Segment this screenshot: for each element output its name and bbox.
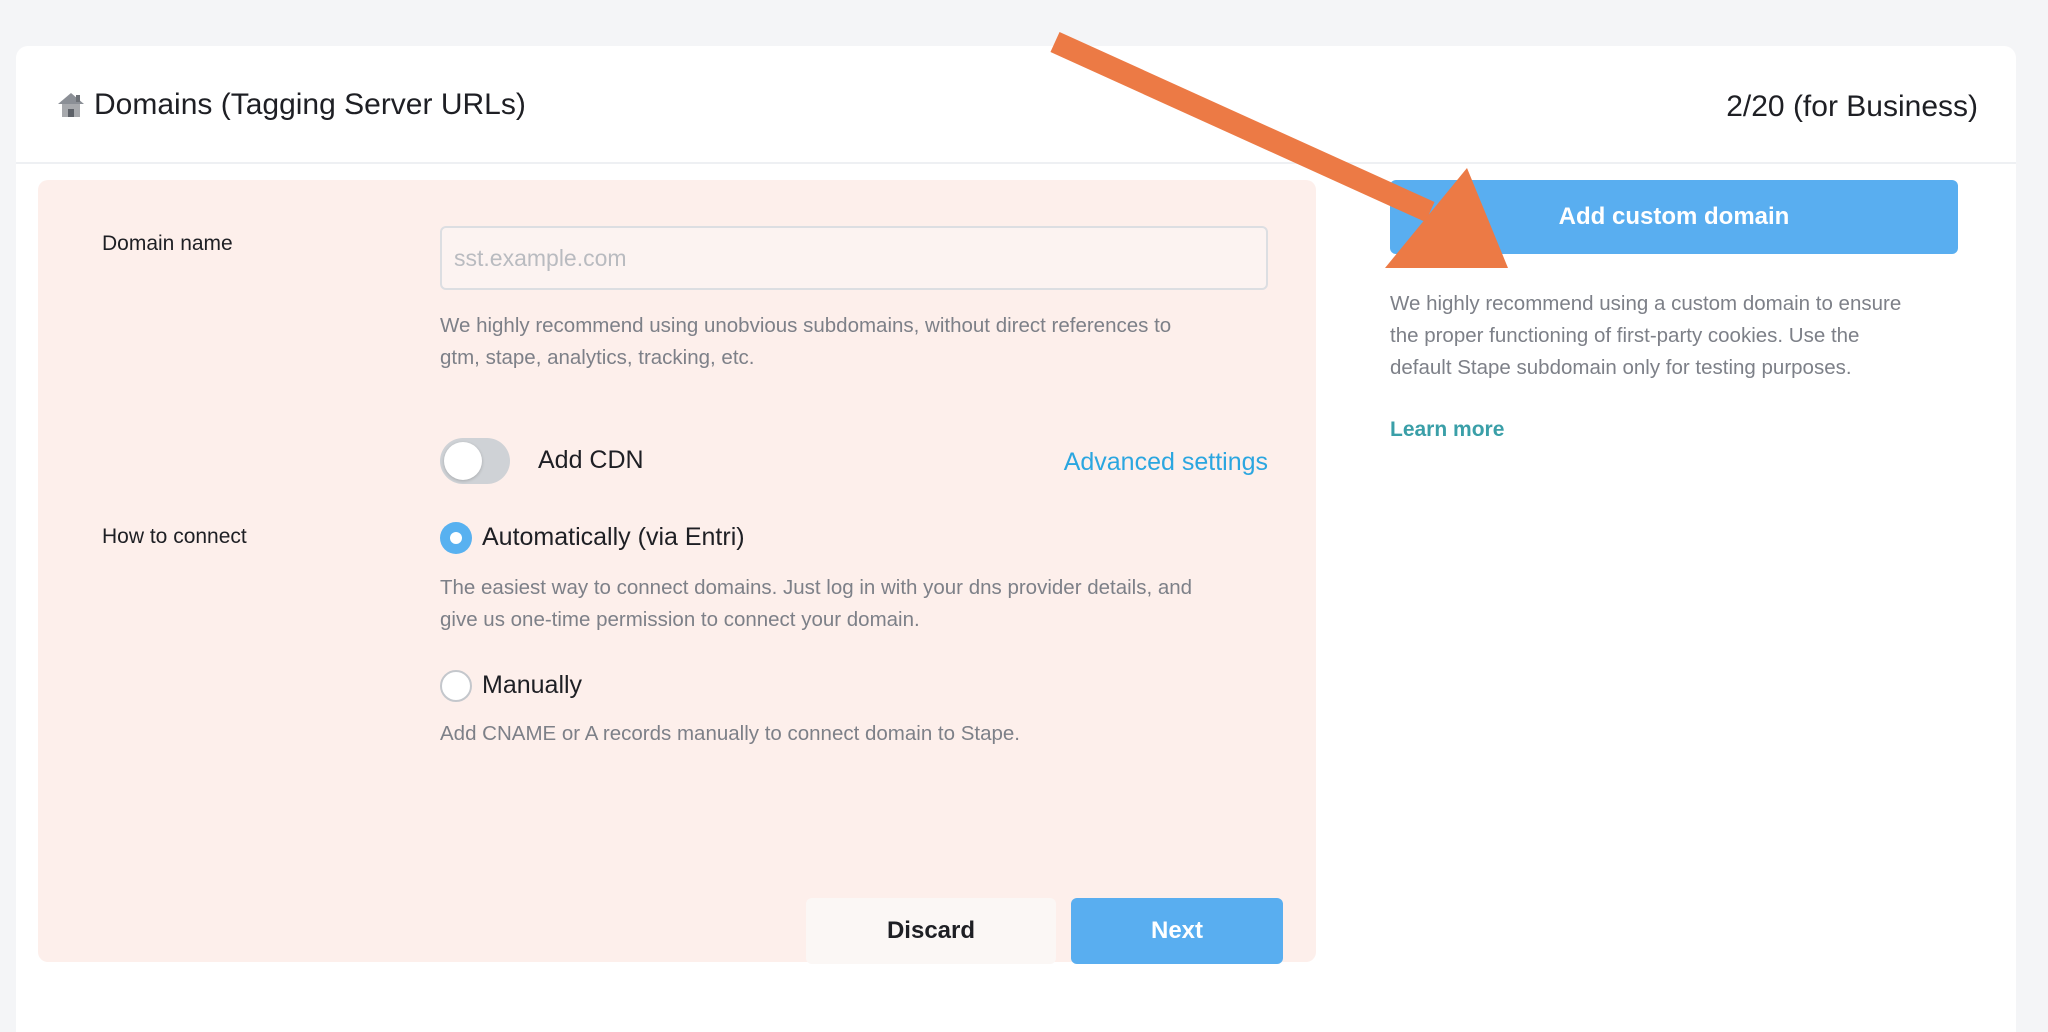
discard-button[interactable]: Discard bbox=[806, 898, 1056, 964]
domain-help-line: gtm, stape, analytics, tracking, etc. bbox=[440, 346, 755, 369]
add-domain-form: Domain name We highly recommend using un… bbox=[38, 180, 1316, 964]
card-header: Domains (Tagging Server URLs) 2/20 (for … bbox=[16, 46, 2016, 164]
advanced-settings-link[interactable]: Advanced settings bbox=[1064, 448, 1268, 477]
radio-manually[interactable] bbox=[440, 670, 472, 702]
page-title: Domains (Tagging Server URLs) bbox=[54, 88, 526, 122]
domain-usage-count: 2/20 (for Business) bbox=[1726, 90, 1978, 123]
custom-domain-help-line: default Stape subdomain only for testing… bbox=[1390, 356, 1852, 379]
next-button[interactable]: Next bbox=[1071, 898, 1283, 964]
radio-automatic[interactable] bbox=[440, 522, 472, 554]
add-cdn-label: Add CDN bbox=[538, 446, 644, 474]
domain-name-input[interactable] bbox=[440, 226, 1268, 290]
automatic-option-label[interactable]: Automatically (via Entri) bbox=[482, 523, 745, 552]
automatic-help-text: The easiest way to connect domains. Just… bbox=[440, 572, 1192, 636]
how-to-connect-label: How to connect bbox=[102, 525, 247, 548]
learn-more-link[interactable]: Learn more bbox=[1390, 418, 1504, 442]
automatic-help-line: The easiest way to connect domains. Just… bbox=[440, 576, 1193, 599]
tagging-server-icon bbox=[54, 88, 88, 122]
toggle-knob bbox=[444, 442, 482, 480]
custom-domain-help-line: We highly recommend using a custom domai… bbox=[1390, 292, 1902, 315]
domain-help-text: We highly recommend using unobvious subd… bbox=[440, 310, 1171, 374]
custom-domain-help-text: We highly recommend using a custom domai… bbox=[1390, 288, 1960, 384]
domain-help-line: We highly recommend using unobvious subd… bbox=[440, 314, 1172, 337]
add-custom-domain-button[interactable]: Add custom domain bbox=[1390, 180, 1958, 254]
custom-domain-help-line: the proper functioning of first-party co… bbox=[1390, 324, 1860, 347]
automatic-help-line: give us one-time permission to connect y… bbox=[440, 608, 920, 631]
manually-option-label[interactable]: Manually bbox=[482, 671, 582, 700]
manually-help-text: Add CNAME or A records manually to conne… bbox=[440, 722, 1020, 745]
page-title-text: Domains (Tagging Server URLs) bbox=[94, 88, 526, 121]
add-cdn-toggle[interactable] bbox=[440, 438, 510, 484]
domain-name-label: Domain name bbox=[102, 232, 233, 255]
